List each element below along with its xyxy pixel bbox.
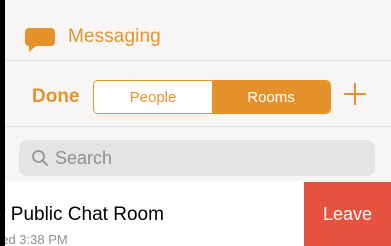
segment-people[interactable]: People — [94, 81, 212, 113]
done-button[interactable]: Done — [32, 86, 80, 108]
search-icon — [31, 149, 49, 167]
people-rooms-segmented-control: People Rooms — [93, 80, 331, 114]
search-placeholder: Search — [55, 148, 113, 168]
room-subtitle: ned 3:38 PM — [5, 232, 68, 246]
search-area: Search — [5, 126, 391, 182]
room-name: y Public Chat Room — [5, 204, 164, 225]
room-list-item[interactable]: y Public Chat Room ned 3:38 PM Leave — [5, 182, 391, 246]
app-header: Messaging — [5, 0, 391, 60]
app-title: Messaging — [68, 26, 161, 47]
plus-icon[interactable] — [340, 79, 370, 109]
search-input[interactable]: Search — [19, 140, 375, 176]
leave-button[interactable]: Leave — [304, 182, 391, 246]
toolbar: Done People Rooms — [5, 60, 391, 126]
segment-rooms[interactable]: Rooms — [212, 81, 330, 113]
chat-bubble-icon — [25, 28, 55, 52]
messaging-screen: Messaging Done People Rooms Search y Pub… — [0, 0, 391, 246]
